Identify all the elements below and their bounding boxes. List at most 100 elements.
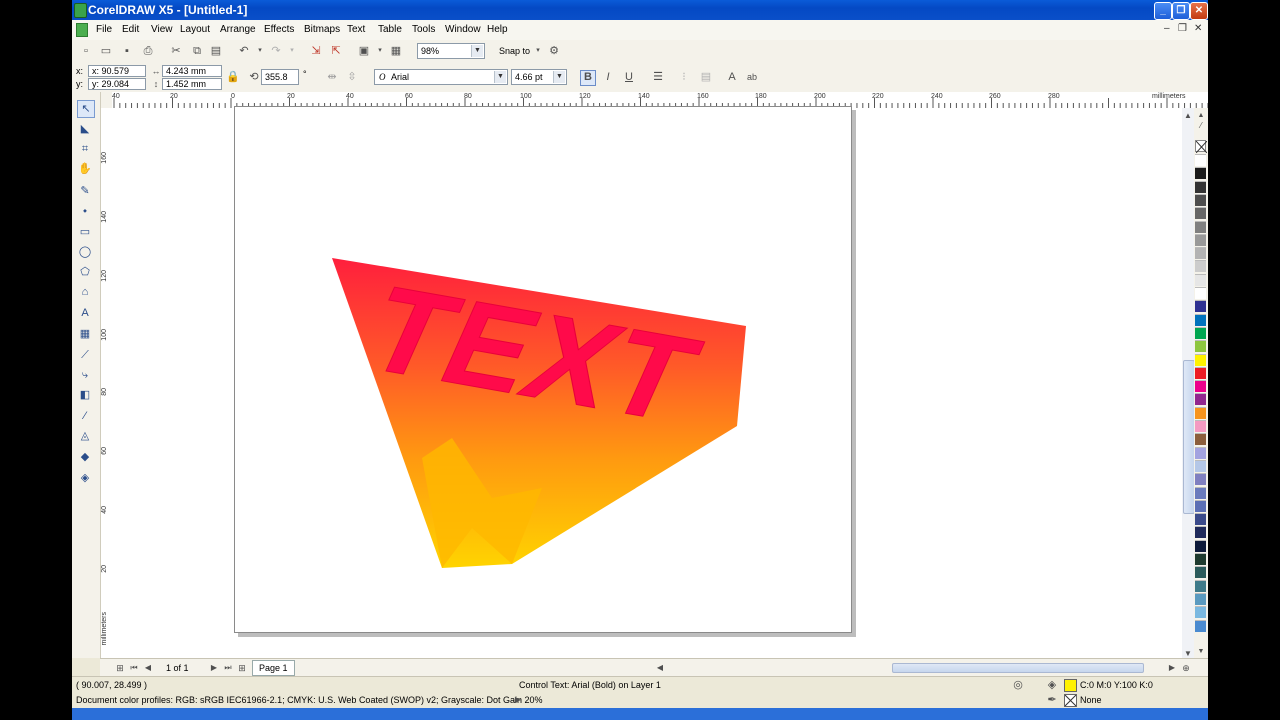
menu-bitmaps[interactable]: Bitmaps (304, 24, 340, 35)
color-swatch[interactable] (1195, 513, 1206, 526)
ruler-origin[interactable] (100, 92, 112, 108)
coreldraw-app-icon[interactable] (74, 3, 87, 18)
polygon-tool-icon[interactable]: ⬠ (77, 264, 93, 280)
snap-to-button[interactable]: Snap to (499, 45, 530, 57)
new-document-icon[interactable]: ▫ (80, 45, 92, 57)
blend-tool-icon[interactable]: ◧ (77, 387, 93, 403)
bold-icon[interactable]: B (580, 70, 596, 86)
options-icon[interactable]: ⚙ (548, 45, 560, 57)
application-launcher-icon[interactable]: ▣ (358, 45, 370, 57)
x-position-field[interactable]: x: 90.579 mm (88, 65, 146, 87)
height-field[interactable]: 1.452 mm (162, 78, 222, 90)
status-expand-icon[interactable]: ▶ (512, 694, 524, 706)
color-swatch[interactable] (1195, 326, 1206, 339)
color-swatch[interactable] (1195, 207, 1206, 220)
bullets-icon[interactable]: ⁝ (678, 71, 690, 83)
interactive-fill-tool-icon[interactable]: ◈ (77, 470, 93, 486)
shape-tool-icon[interactable]: ◣ (77, 121, 93, 137)
color-swatch[interactable] (1195, 273, 1206, 286)
outline-color-swatch[interactable] (1064, 694, 1077, 707)
color-swatch[interactable] (1195, 233, 1206, 246)
add-page-after-icon[interactable]: ⊞ (236, 662, 248, 674)
rectangle-tool-icon[interactable]: ▭ (77, 224, 93, 240)
table-tool-icon[interactable]: ▦ (77, 326, 93, 342)
next-page-icon[interactable]: ▶ (208, 662, 220, 674)
color-swatch[interactable] (1195, 433, 1206, 446)
italic-icon[interactable]: I (602, 71, 614, 83)
color-swatch[interactable] (1195, 300, 1206, 313)
palette-scroll-down-icon[interactable]: ▼ (1195, 646, 1207, 658)
zoom-navigator-icon[interactable]: ⊕ (1180, 662, 1192, 674)
add-page-icon[interactable]: ⊞ (114, 662, 126, 674)
menu-layout[interactable]: Layout (180, 24, 210, 35)
menu-arrange[interactable]: Arrange (220, 24, 256, 35)
undo-icon[interactable]: ↶ (238, 45, 250, 57)
color-swatch[interactable] (1195, 366, 1206, 379)
drawing-canvas[interactable]: TEXT (112, 106, 1182, 658)
chevron-down-icon[interactable]: ▼ (494, 71, 506, 83)
chevron-down-icon[interactable]: ▼ (553, 71, 565, 83)
color-swatch[interactable] (1195, 313, 1206, 326)
color-swatch[interactable] (1195, 180, 1206, 193)
title-bar[interactable]: CorelDRAW X5 - [Untitled-1] _ ❐ ✕ (72, 0, 1208, 20)
scroll-right-icon[interactable]: ▶ (1166, 662, 1178, 674)
color-swatch[interactable] (1195, 247, 1206, 260)
color-swatch[interactable] (1195, 473, 1206, 486)
snap-to-dropdown-icon[interactable]: ▾ (532, 45, 544, 57)
drop-cap-icon[interactable]: ▤ (700, 71, 712, 83)
import-icon[interactable]: ⇲ (310, 45, 322, 57)
color-swatch[interactable] (1195, 353, 1206, 366)
y-position-field[interactable]: y: 29.084 mm (88, 78, 146, 100)
color-swatch[interactable] (1195, 553, 1206, 565)
color-swatch[interactable] (1195, 420, 1206, 432)
basic-shapes-tool-icon[interactable]: ⌂ (77, 284, 93, 300)
menu-tools[interactable]: Tools (412, 24, 435, 35)
doc-restore-icon[interactable]: ❐ (1178, 23, 1187, 34)
fill-color-swatch[interactable] (1064, 679, 1077, 692)
color-swatch[interactable] (1195, 154, 1206, 166)
scroll-up-icon[interactable]: ▲ (1182, 110, 1194, 122)
menu-help[interactable]: Help (487, 24, 508, 35)
color-swatch[interactable] (1195, 446, 1206, 459)
color-swatch[interactable] (1195, 260, 1206, 273)
document-icon[interactable] (76, 23, 88, 37)
undo-dropdown-icon[interactable]: ▾ (254, 45, 266, 57)
maximize-button[interactable]: ❐ (1172, 2, 1190, 20)
lock-ratio-icon[interactable]: 🔒 (226, 71, 240, 83)
doc-minimize-icon[interactable]: – (1164, 23, 1170, 34)
page-1-tab[interactable]: Page 1 (252, 660, 295, 676)
font-size-combo[interactable]: 4.66 pt ▼ (511, 69, 567, 85)
text-alignment-icon[interactable]: ☰ (652, 71, 664, 83)
minimize-button[interactable]: _ (1154, 2, 1172, 20)
close-button[interactable]: ✕ (1190, 2, 1208, 20)
text-tool-icon[interactable]: A (77, 305, 93, 321)
parallel-dimension-tool-icon[interactable]: ⟋ (77, 347, 93, 363)
doc-close-icon[interactable]: ✕ (1194, 23, 1202, 34)
color-swatch[interactable] (1195, 167, 1206, 180)
color-swatch[interactable] (1195, 566, 1206, 579)
menu-text[interactable]: Text (347, 24, 365, 35)
color-swatch[interactable] (1195, 287, 1206, 299)
color-swatch[interactable] (1195, 526, 1206, 539)
pick-tool-icon[interactable]: ↖ (77, 100, 95, 118)
color-swatch[interactable] (1195, 499, 1206, 512)
save-icon[interactable]: ▪ (121, 45, 133, 57)
color-swatch[interactable] (1195, 193, 1206, 206)
first-page-icon[interactable]: ⏮ (128, 662, 140, 674)
redo-icon[interactable]: ↷ (270, 45, 282, 57)
previous-page-icon[interactable]: ◀ (142, 662, 154, 674)
cut-icon[interactable]: ✂ (170, 45, 182, 57)
open-icon[interactable]: ▭ (100, 45, 112, 57)
eyedropper-tool-icon[interactable]: ⁄ (77, 408, 93, 424)
zoom-tool-icon[interactable]: ✋ (77, 161, 93, 177)
color-swatch[interactable] (1195, 340, 1206, 353)
color-swatch[interactable] (1195, 393, 1206, 406)
export-icon[interactable]: ⇱ (330, 45, 342, 57)
ellipse-tool-icon[interactable]: ◯ (77, 244, 93, 260)
color-swatch[interactable] (1195, 380, 1206, 393)
color-swatch[interactable] (1195, 579, 1206, 592)
color-swatch[interactable] (1195, 539, 1206, 552)
chevron-down-icon[interactable]: ▼ (471, 45, 483, 57)
welcome-screen-icon[interactable]: ▦ (390, 45, 402, 57)
edit-text-icon[interactable]: ab (746, 71, 758, 83)
